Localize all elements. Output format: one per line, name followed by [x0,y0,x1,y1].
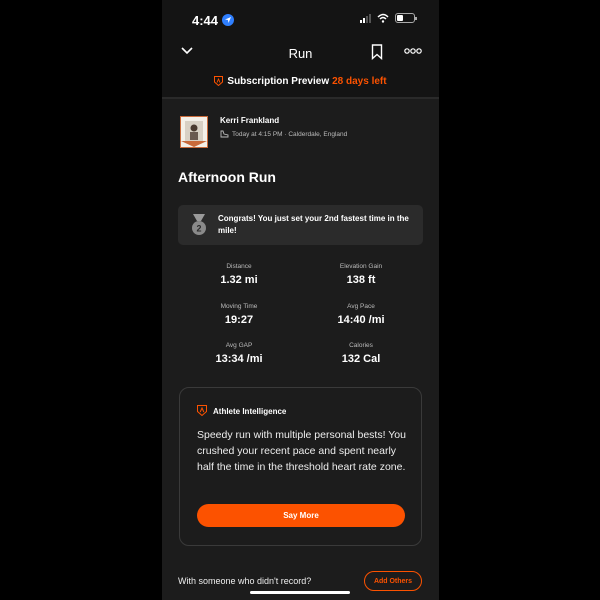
athlete-intelligence-card: Athlete Intelligence Speedy run with mul… [179,387,422,546]
medal-rank: 2 [196,224,201,234]
location-arrow-icon [222,14,234,26]
header: 4:44 Run Subscription Preview 28 days le… [162,0,439,98]
subscription-label: Subscription Preview [227,76,330,87]
achievement-banner[interactable]: 2 Congrats! You just set your 2nd fastes… [178,205,423,245]
bookmark-icon[interactable] [371,44,383,60]
phone-screen: 4:44 Run Subscription Preview 28 days le… [162,0,439,600]
wifi-icon [377,13,389,23]
days-left: 28 days left [332,76,387,87]
stat-avg-gap: Avg GAP 13:34 /mi [184,342,294,365]
stat-value: 13:34 /mi [215,353,263,365]
stat-value: 1.32 mi [220,274,258,286]
stat-label: Calories [349,342,373,349]
activity-title: Afternoon Run [178,169,276,185]
stat-moving-time: Moving Time 19:27 [184,303,294,326]
stat-value: 138 ft [346,274,376,286]
achievement-text: Congrats! You just set your 2nd fastest … [218,214,409,235]
subscription-preview[interactable]: Subscription Preview 28 days left [162,76,439,87]
battery-icon [395,13,417,23]
subscription-shield-icon [214,76,224,86]
stat-label: Moving Time [220,303,258,310]
activity-time-location: Today at 4:15 PM · Calderdale, England [232,130,348,138]
page-title: Run [288,46,313,61]
activity-meta: Today at 4:15 PM · Calderdale, England [220,130,347,138]
status-time: 4:44 [192,13,219,28]
athlete-intelligence-summary: Speedy run with multiple personal bests!… [197,429,406,473]
more-options-icon[interactable] [404,48,422,54]
stat-label: Avg Pace [347,303,375,310]
stat-label: Distance [226,263,252,270]
athlete-name[interactable]: Kerri Frankland [220,116,279,125]
stat-value: 132 Cal [341,353,381,365]
add-others-prompt: With someone who didn't record? [178,576,312,586]
stat-distance: Distance 1.32 mi [184,263,294,286]
athlete-intelligence-icon [197,405,207,416]
header-divider [162,97,439,99]
stat-avg-pace: Avg Pace 14:40 /mi [306,303,416,326]
medal-icon: 2 [192,214,206,235]
cellular-signal-icon [360,13,371,23]
status-icons [360,13,417,23]
stat-value: 14:40 /mi [337,314,385,326]
avatar[interactable] [180,116,208,148]
stat-value: 19:27 [224,314,254,326]
add-others-button[interactable]: Add Others [364,571,422,591]
stat-label: Avg GAP [225,342,253,349]
stat-elevation-gain: Elevation Gain 138 ft [306,263,416,286]
say-more-button[interactable]: Say More [197,504,405,527]
athlete-intelligence-title: Athlete Intelligence [213,407,287,416]
running-shoe-icon [220,130,229,138]
stat-calories: Calories 132 Cal [306,342,416,365]
stat-label: Elevation Gain [339,263,383,270]
home-indicator[interactable] [250,591,350,594]
